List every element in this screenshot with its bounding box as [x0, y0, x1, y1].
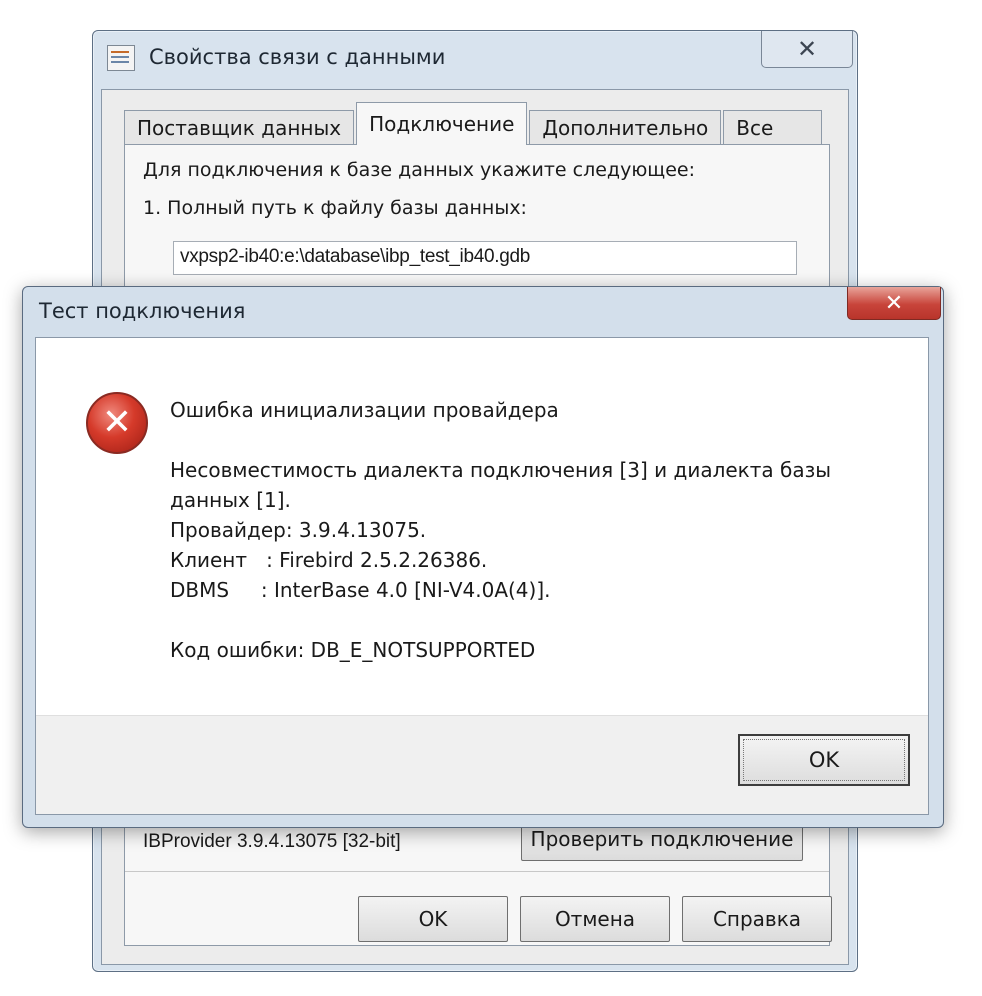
close-icon: ✕ — [796, 35, 818, 63]
title-bar[interactable]: Свойства связи с данными ✕ — [93, 31, 857, 89]
message-line: DBMS : InterBase 4.0 [NI-V4.0A(4)]. — [170, 578, 551, 602]
error-code: Код ошибки: DB_E_NOTSUPPORTED — [170, 638, 536, 662]
tab-connection[interactable]: Подключение — [356, 102, 528, 145]
dialog-close-button[interactable]: ✕ — [847, 287, 941, 320]
dialog-title: Тест подключения — [39, 299, 246, 323]
ok-button[interactable]: OK — [358, 896, 508, 942]
cancel-button[interactable]: Отмена — [520, 896, 670, 942]
error-icon: ✕ — [86, 392, 148, 454]
data-link-app-icon — [107, 45, 135, 71]
connection-test-dialog: Тест подключения ✕ ✕ Ошибка инициализаци… — [22, 286, 944, 828]
tab-advanced[interactable]: Дополнительно — [529, 110, 722, 145]
close-icon: ✕ — [884, 290, 904, 316]
message-line: данных [1]. — [170, 488, 291, 512]
message-line: Клиент : Firebird 2.5.2.26386. — [170, 548, 488, 572]
dialog-client-area: ✕ Ошибка инициализации провайдера Несовм… — [35, 337, 929, 815]
database-path-input[interactable]: vxpsp2-ib40:e:\database\ibp_test_ib40.gd… — [173, 241, 797, 275]
dialog-footer: OK — [36, 715, 928, 814]
help-button[interactable]: Справка — [682, 896, 832, 942]
tab-strip: Поставщик данных Подключение Дополнитель… — [124, 102, 824, 145]
instruction-text: Для подключения к базе данных укажите сл… — [143, 159, 695, 181]
divider — [125, 871, 829, 872]
message-line: Провайдер: 3.9.4.13075. — [170, 518, 427, 542]
window-title: Свойства связи с данными — [149, 45, 446, 69]
tab-provider[interactable]: Поставщик данных — [124, 110, 355, 145]
ok-button[interactable]: OK — [738, 734, 910, 786]
close-button[interactable]: ✕ — [761, 31, 853, 68]
message-line: Несовместимость диалекта подключения [3]… — [170, 458, 832, 482]
tab-all[interactable]: Все — [723, 110, 823, 145]
error-heading: Ошибка инициализации провайдера — [170, 398, 559, 422]
step1-label: 1. Полный путь к файлу базы данных: — [143, 197, 527, 219]
provider-version-label: IBProvider 3.9.4.13075 [32-bit] — [143, 831, 401, 852]
